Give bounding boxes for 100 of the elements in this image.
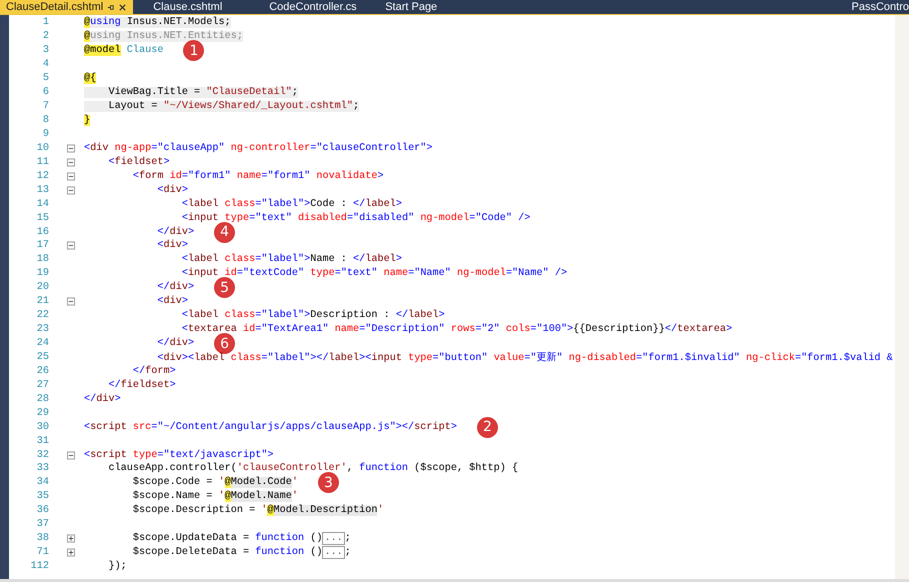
attribute-name: id [170, 170, 182, 182]
markup-text: < [180, 198, 188, 210]
tag-name: form [139, 170, 164, 182]
tag-name: label [365, 254, 396, 266]
attribute-name: name [334, 324, 360, 336]
code-text: () [309, 533, 322, 544]
line-number: 22 [36, 310, 50, 322]
markup-text: </ [353, 198, 366, 210]
tag-name: label [188, 310, 220, 322]
markup-text: < [132, 170, 140, 182]
razor-marker: @ [84, 31, 90, 42]
line-number: 7 [42, 101, 50, 112]
attribute-name: disabled [298, 212, 347, 224]
collapse-icon[interactable] [67, 172, 75, 181]
attribute-name: class [224, 310, 256, 322]
collapse-icon[interactable] [67, 158, 75, 167]
markup-text: < [84, 422, 90, 433]
line-number: 16 [36, 226, 50, 238]
string-literal: ' [261, 505, 268, 516]
collapse-icon[interactable] [67, 144, 75, 153]
expand-icon[interactable] [67, 534, 75, 544]
string-literal: ' [292, 491, 298, 502]
markup-text: </ [132, 366, 146, 377]
collapse-icon[interactable] [67, 297, 75, 306]
markup-text: </ [353, 254, 366, 266]
attribute-name: class [224, 254, 256, 266]
file-tab[interactable]: CodeController.cs [263, 0, 380, 14]
callout-badge: 5 [214, 277, 236, 298]
attribute-name: ng-click [746, 353, 795, 364]
code-text: clauseApp.controller( [107, 463, 237, 474]
markup-text: </ [396, 310, 408, 322]
markup-text: < [180, 212, 188, 224]
markup-text: >< [182, 353, 194, 364]
line-number: 35 [36, 491, 50, 502]
tag-name: div [163, 296, 182, 308]
attribute-name: class [224, 198, 256, 210]
code-text: }); [107, 561, 127, 572]
attribute-name: id [224, 268, 237, 280]
tag-name: input [188, 212, 220, 224]
close-icon[interactable] [118, 2, 128, 12]
callout-badge: 3 [318, 472, 340, 494]
attribute-name: id [242, 324, 256, 336]
razor-marker: @ [267, 505, 274, 516]
callout-badge: 1 [183, 40, 204, 62]
collapse-icon[interactable] [67, 241, 75, 250]
tag-name: label [328, 353, 360, 364]
line-number: 21 [36, 296, 50, 308]
attribute-name: ng-model [457, 268, 506, 280]
line-number: 10 [36, 142, 50, 154]
collapse-icon[interactable] [67, 450, 75, 460]
attribute-name: name [236, 170, 262, 182]
tag-name: script [414, 422, 451, 433]
keyword: function [359, 463, 408, 474]
code-text: Name : [310, 254, 348, 266]
attribute-name: ng-disabled [568, 353, 636, 364]
callout-badge: 2 [476, 416, 498, 438]
markup-text: > [438, 310, 445, 322]
file-tab[interactable]: ClauseDetail.cshtml [0, 0, 134, 14]
markup-text: </ [84, 394, 96, 405]
tag-name: form [145, 366, 170, 377]
razor-expression: Model.Code [230, 477, 292, 488]
markup-text: ="Name" /> [506, 268, 568, 280]
callout-badge: 4 [214, 222, 236, 243]
tag-name: label [188, 198, 220, 210]
markup-text: ="更新" [524, 353, 564, 364]
file-tab[interactable]: Clause.cshtml [147, 0, 264, 14]
tag-name: div [163, 184, 182, 196]
keyword: function [255, 547, 304, 558]
tag-name: fieldset [120, 380, 170, 391]
type-name: Clause [126, 45, 164, 56]
code-text: Description : [310, 310, 391, 322]
markup-text: >< [359, 353, 372, 364]
tag-name: div [90, 142, 110, 154]
line-number: 30 [36, 422, 50, 433]
pin-icon[interactable] [106, 2, 116, 12]
markup-text: ="form1" [182, 170, 232, 182]
string-literal: 'clauseController' [236, 463, 347, 474]
markup-text: > [182, 240, 188, 252]
file-tab[interactable]: Start Page [379, 0, 496, 14]
expand-icon[interactable] [67, 548, 75, 558]
attribute-name: rows [450, 324, 476, 336]
razor-expression: Model.Description [274, 505, 378, 516]
markup-text: > [170, 366, 176, 377]
string-literal: "ClauseDetail" [206, 87, 292, 98]
line-number: 18 [36, 254, 50, 266]
markup-text: ="100"> [530, 324, 574, 336]
code-text: $scope.DeleteData = [132, 547, 250, 558]
markup-text: < [180, 310, 188, 322]
collapse-icon[interactable] [67, 186, 75, 195]
attribute-name: cols [506, 324, 530, 336]
line-number: 15 [36, 212, 50, 224]
markup-text: ="label"> [255, 254, 310, 266]
line-number: 2 [42, 31, 50, 42]
markup-text: < [84, 450, 90, 461]
line-number: 36 [36, 505, 50, 516]
code-text: $scope.Code = [132, 477, 214, 488]
markup-text: ="label"></ [261, 353, 329, 364]
line-number: 32 [36, 450, 50, 461]
file-tab[interactable]: PassContro [846, 0, 909, 14]
code-text: , [346, 463, 354, 474]
